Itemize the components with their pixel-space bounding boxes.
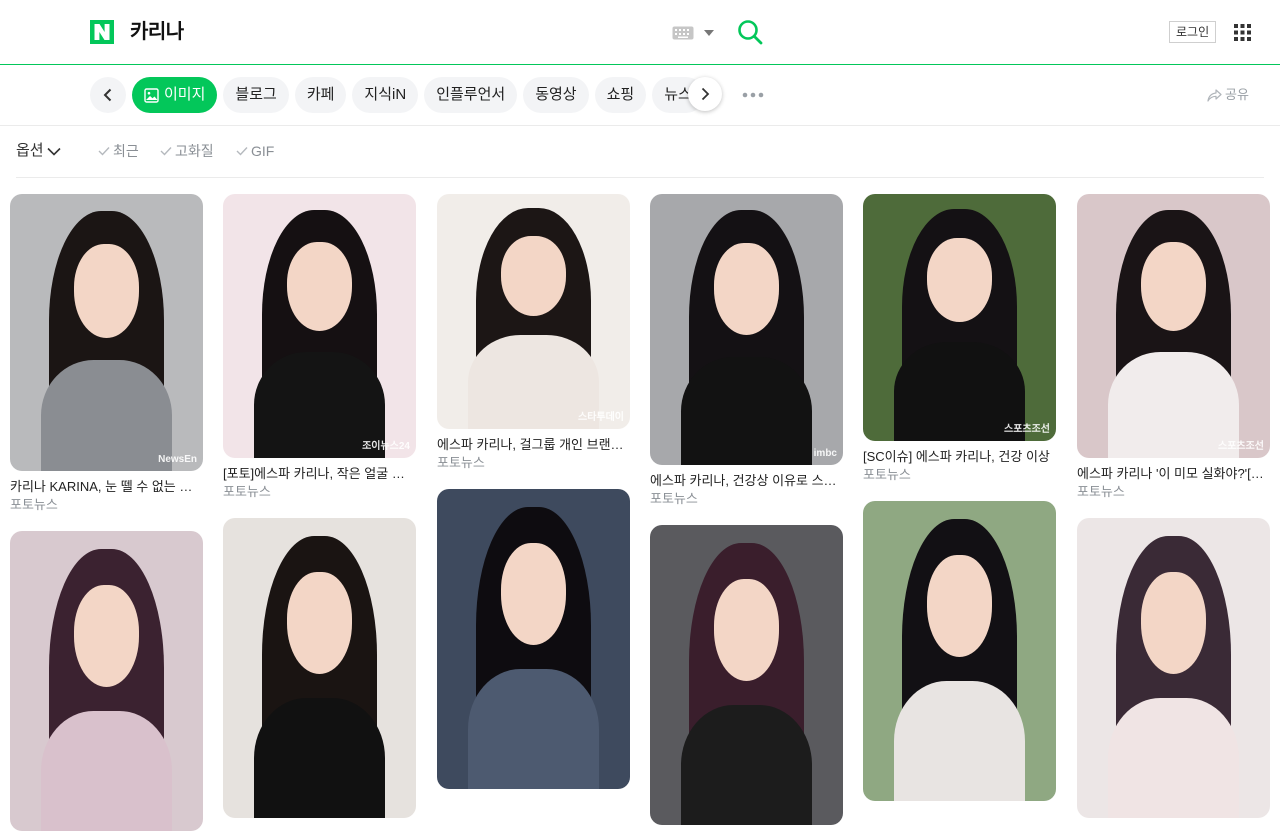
options-label: 옵션: [16, 142, 44, 159]
image-result-card[interactable]: 스타투데이에스파 카리나, 걸그룹 개인 브랜드평판포토뉴스: [437, 194, 631, 471]
image-title[interactable]: 에스파 카리나 '이 미모 실화야?'[포토]: [1077, 466, 1267, 482]
image-column: 스타투데이에스파 카리나, 걸그룹 개인 브랜드평판포토뉴스: [437, 194, 631, 789]
image-result-card[interactable]: [223, 518, 417, 818]
image-thumbnail[interactable]: [650, 525, 843, 825]
search-tabs: 이미지 블로그 카페 지식iN 인플루언서 동영상 쇼핑 뉴스: [132, 77, 718, 113]
tab-label: 블로그: [235, 86, 277, 103]
tab-label: 이미지: [164, 86, 206, 103]
image-title[interactable]: 에스파 카리나, 건강상 이유로 스케줄: [650, 473, 840, 489]
image-source[interactable]: 포토뉴스: [10, 497, 204, 513]
tabs-prev-button[interactable]: [90, 77, 126, 113]
tab-label: 카페: [306, 86, 335, 103]
image-result-card[interactable]: [1077, 518, 1271, 818]
image-result-card[interactable]: imbc 에스파 카리나, 건강상 이유로 스케줄포토뉴스: [650, 194, 844, 507]
image-result-card[interactable]: [650, 525, 844, 825]
image-source[interactable]: 포토뉴스: [223, 484, 417, 500]
search-header: 카리나 로그인: [0, 0, 1280, 65]
image-result-card[interactable]: 스포츠조선에스파 카리나 '이 미모 실화야?'[포토] 포토뉴스: [1077, 194, 1271, 500]
image-result-card[interactable]: NewsEn 카리나 KARINA, 눈 뗄 수 없는 미모포토뉴스: [10, 194, 204, 513]
image-thumbnail[interactable]: [223, 518, 416, 818]
filter-chip-0[interactable]: 최근: [98, 142, 139, 160]
image-title[interactable]: [포토]에스파 카리나, 작은 얼굴 하트: [223, 466, 413, 482]
image-source[interactable]: 포토뉴스: [863, 467, 1057, 483]
image-title[interactable]: 카리나 KARINA, 눈 뗄 수 없는 미모: [10, 479, 200, 495]
filter-chip-1[interactable]: 고화질: [160, 142, 214, 160]
image-thumbnail[interactable]: 조이뉴스24: [223, 194, 416, 458]
tab-3[interactable]: 지식iN: [352, 77, 419, 113]
naver-logo-icon[interactable]: [90, 20, 114, 44]
image-watermark: imbc: [813, 448, 837, 459]
image-result-card[interactable]: 조이뉴스24 [포토]에스파 카리나, 작은 얼굴 하트포토뉴스: [223, 194, 417, 500]
image-watermark: NewsEn: [158, 454, 197, 465]
image-column: NewsEn 카리나 KARINA, 눈 뗄 수 없는 미모포토뉴스: [10, 194, 204, 831]
image-result-card[interactable]: [437, 489, 631, 789]
options-toggle-button[interactable]: 옵션: [16, 141, 61, 161]
keyboard-icon: [672, 26, 694, 40]
tab-2[interactable]: 카페: [294, 77, 347, 113]
image-thumbnail[interactable]: 스타투데이: [437, 194, 630, 429]
more-dots-icon[interactable]: [740, 87, 766, 103]
search-tabs-bar: 이미지 블로그 카페 지식iN 인플루언서 동영상 쇼핑 뉴스 공유: [0, 65, 1280, 126]
filter-chip-label: 고화질: [175, 143, 214, 159]
image-title[interactable]: [SC이슈] 에스파 카리나, 건강 이상: [863, 449, 1053, 465]
image-watermark: 스포츠조선: [1004, 424, 1050, 435]
tab-6[interactable]: 쇼핑: [594, 77, 647, 113]
check-icon: [236, 147, 248, 156]
tab-0[interactable]: 이미지: [132, 77, 218, 113]
image-watermark: 조이뉴스24: [362, 441, 410, 452]
image-source[interactable]: 포토뉴스: [650, 491, 844, 507]
image-result-card[interactable]: 스포츠조선 [SC이슈] 에스파 카리나, 건강 이상포토뉴스: [863, 194, 1057, 483]
image-title[interactable]: 에스파 카리나, 걸그룹 개인 브랜드평판: [437, 437, 627, 453]
image-thumbnail[interactable]: [10, 531, 203, 831]
tab-4[interactable]: 인플루언서: [424, 77, 518, 113]
filter-chip-2[interactable]: GIF: [236, 142, 274, 160]
tab-label: 인플루언서: [436, 86, 506, 103]
image-result-card[interactable]: [863, 501, 1057, 801]
tab-5[interactable]: 동영상: [523, 77, 589, 113]
image-column: imbc 에스파 카리나, 건강상 이유로 스케줄포토뉴스: [650, 194, 844, 825]
share-icon: [1207, 88, 1222, 102]
chevron-down-icon: [47, 147, 61, 156]
image-watermark: 스포츠조선: [1218, 441, 1264, 452]
share-label: 공유: [1225, 87, 1249, 102]
image-thumbnail[interactable]: [437, 489, 630, 789]
image-column: 조이뉴스24 [포토]에스파 카리나, 작은 얼굴 하트포토뉴스: [223, 194, 417, 818]
filter-bar: 옵션 최근 고화질 GIF: [16, 126, 1264, 178]
search-query[interactable]: 카리나: [130, 18, 184, 46]
share-button[interactable]: 공유: [1207, 86, 1249, 104]
image-thumbnail[interactable]: [1077, 518, 1270, 818]
tabs-next-button[interactable]: [688, 77, 722, 111]
tab-label: 동영상: [535, 86, 577, 103]
image-thumbnail[interactable]: 스포츠조선: [1077, 194, 1270, 458]
image-thumbnail[interactable]: imbc: [650, 194, 843, 465]
caret-down-icon: [704, 30, 714, 36]
image-thumbnail[interactable]: 스포츠조선: [863, 194, 1056, 441]
filter-chip-label: 최근: [113, 143, 139, 159]
check-icon: [160, 147, 172, 156]
image-thumbnail[interactable]: [863, 501, 1056, 801]
tab-label: 쇼핑: [606, 86, 635, 103]
image-column: 스포츠조선 [SC이슈] 에스파 카리나, 건강 이상포토뉴스: [863, 194, 1057, 801]
image-thumbnail[interactable]: NewsEn: [10, 194, 203, 471]
image-result-card[interactable]: [10, 531, 204, 831]
filter-chip-label: GIF: [251, 143, 275, 159]
chevron-left-icon: [103, 88, 112, 102]
search-icon[interactable]: [737, 19, 763, 45]
image-source[interactable]: 포토뉴스: [1077, 484, 1271, 500]
apps-grid-icon[interactable]: [1234, 24, 1251, 41]
keyboard-toggle-button[interactable]: [672, 24, 720, 42]
check-icon: [98, 147, 110, 156]
chevron-right-icon: [701, 87, 710, 101]
image-column: 스포츠조선에스파 카리나 '이 미모 실화야?'[포토] 포토뉴스: [1077, 194, 1271, 818]
tab-label: 지식iN: [364, 86, 407, 103]
image-source[interactable]: 포토뉴스: [437, 455, 631, 471]
login-button[interactable]: 로그인: [1169, 21, 1217, 43]
tab-1[interactable]: 블로그: [223, 77, 289, 113]
image-watermark: 스타투데이: [578, 412, 624, 423]
image-icon: [144, 87, 159, 103]
